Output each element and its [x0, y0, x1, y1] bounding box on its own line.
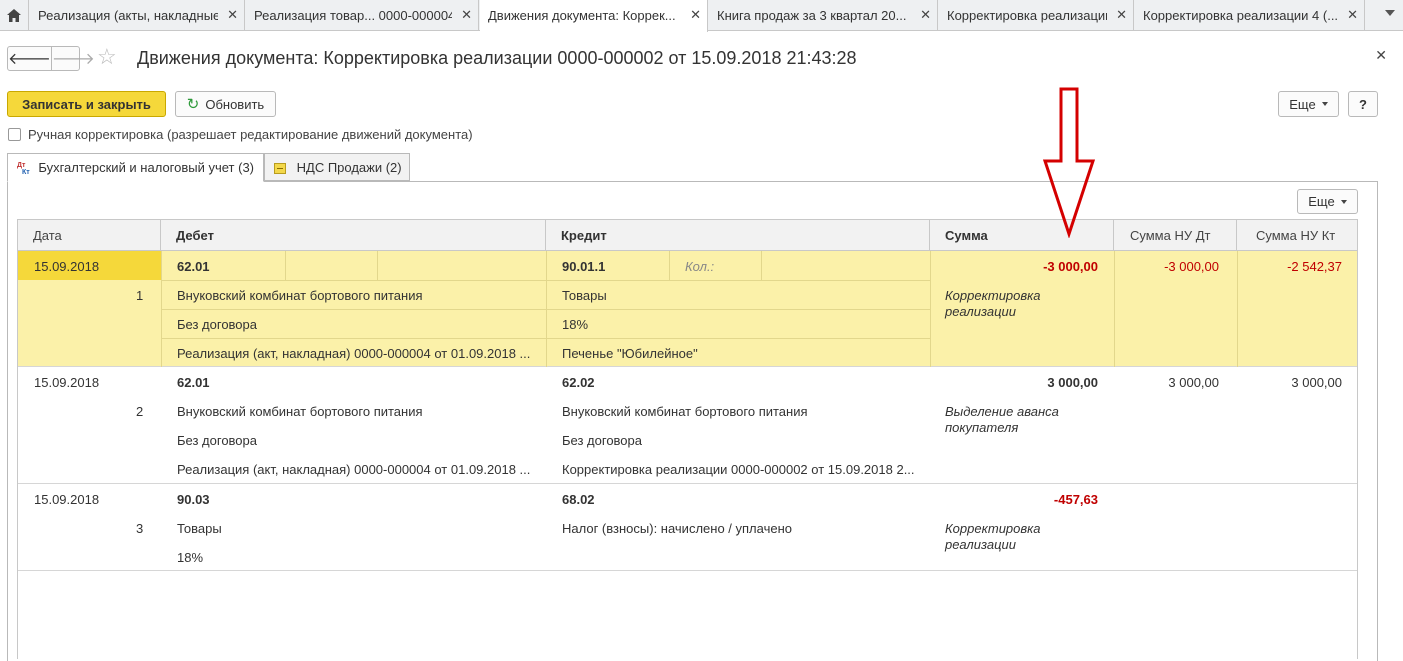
credit-subconto-1: Товары — [562, 288, 607, 303]
window-tab-correction[interactable]: Корректировка реализации ✕ — [939, 0, 1134, 31]
window-tab-label: Корректировка реализации 4 (... — [1143, 8, 1338, 23]
grid-more-button[interactable]: Еще — [1297, 189, 1358, 214]
debit-subconto-1: Внуковский комбинат бортового питания — [177, 404, 423, 419]
down-arrow-annotation-icon — [1042, 87, 1096, 238]
window-tab-label: Книга продаж за 3 квартал 20... — [717, 8, 907, 23]
more-button[interactable]: Еще — [1278, 91, 1339, 117]
debit-subconto-1: Внуковский комбинат бортового питания — [177, 288, 423, 303]
window-tab-realization-doc[interactable]: Реализация товар... 0000-000004 ✕ — [246, 0, 479, 31]
window-tab-label: Реализация товар... 0000-000004 — [254, 8, 452, 23]
close-tab-icon[interactable]: ✕ — [690, 7, 701, 23]
debit-subconto-2: 18% — [177, 550, 204, 565]
refresh-button[interactable]: ↻ Обновить — [175, 91, 276, 117]
posting-content: Выделение аванса покупателя — [945, 404, 1059, 435]
close-tab-icon[interactable]: ✕ — [1116, 7, 1127, 23]
chevron-down-icon — [1340, 199, 1347, 204]
chevron-down-icon — [1321, 102, 1328, 106]
sum-nu-dt-value: -3 000,00 — [1164, 259, 1219, 274]
favorite-star-icon[interactable]: ☆ — [97, 44, 117, 70]
debit-account: 90.03 — [177, 492, 210, 507]
credit-account: 62.02 — [562, 375, 595, 390]
tab-accounting-label: Бухгалтерский и налоговый учет (3) — [38, 160, 255, 175]
grid-more-label: Еще — [1308, 194, 1335, 209]
table-row[interactable]: 15.09.2018 1 62.01 Внуковский комбинат б… — [18, 251, 1357, 367]
home-button[interactable] — [0, 0, 29, 31]
credit-subconto-1: Внуковский комбинат бортового питания — [562, 404, 808, 419]
refresh-label: Обновить — [205, 96, 265, 112]
credit-subconto-3: Печенье "Юбилейное" — [562, 346, 698, 361]
posting-content: Корректировка реализации — [945, 288, 1041, 319]
tab-accounting[interactable]: Дт Кт Бухгалтерский и налоговый учет (3) — [7, 153, 264, 182]
back-arrow-icon[interactable]: 🡐 — [8, 47, 52, 70]
row-number: 2 — [136, 404, 144, 419]
home-icon — [7, 9, 21, 22]
credit-account: 68.02 — [562, 492, 595, 507]
sum-value: -3 000,00 — [1043, 259, 1098, 274]
manual-correction-label[interactable]: Ручная корректировка (разрешает редактир… — [28, 127, 473, 142]
credit-account: 90.01.1 — [562, 259, 606, 274]
debit-account: 62.01 — [177, 259, 210, 274]
column-header-sum-nu-dt[interactable]: Сумма НУ Дт — [1114, 220, 1237, 251]
tab-vat-sales-label: НДС Продажи (2) — [296, 160, 402, 175]
debit-account: 62.01 — [177, 375, 210, 390]
history-nav: 🡐 🡒 — [7, 46, 95, 71]
credit-subconto-2: 18% — [562, 317, 589, 332]
debit-subconto-2: Без договора — [177, 433, 257, 448]
tab-vat-sales[interactable]: НДС Продажи (2) — [264, 153, 410, 181]
posting-content: Корректировка реализации — [945, 521, 1041, 552]
sum-nu-kt-value: 3 000,00 — [1291, 375, 1342, 390]
debit-subconto-1: Товары — [177, 521, 222, 536]
dt-kt-icon: Дт Кт — [17, 161, 30, 176]
movements-grid: Дата Дебет Кредит Сумма Сумма НУ Дт Сумм… — [17, 219, 1358, 659]
column-header-sum-nu-kt[interactable]: Сумма НУ Кт — [1237, 220, 1357, 251]
row-date: 15.09.2018 — [34, 492, 100, 507]
close-tab-icon[interactable]: ✕ — [920, 7, 931, 23]
window-tab-realizations[interactable]: Реализация (акты, накладные) ✕ — [30, 0, 245, 31]
page-title: Движения документа: Корректировка реализ… — [137, 48, 857, 68]
row-number: 3 — [136, 521, 144, 536]
close-form-icon[interactable]: ✕ — [1375, 47, 1387, 64]
table-row[interactable]: 15.09.2018 3 90.03 Товары 18% 68.02 Нало… — [18, 484, 1357, 571]
sum-value: -457,63 — [1053, 492, 1098, 507]
refresh-icon: ↻ — [186, 96, 200, 113]
window-tab-movements[interactable]: Движения документа: Коррек... ✕ — [480, 0, 708, 32]
row-number: 1 — [136, 288, 144, 303]
column-header-debit[interactable]: Дебет — [161, 220, 546, 251]
manual-correction-checkbox[interactable] — [8, 128, 21, 141]
credit-quantity-label: Кол.: — [685, 259, 715, 274]
debit-subconto-3: Реализация (акт, накладная) 0000-000004 … — [177, 462, 531, 477]
more-label: Еще — [1289, 96, 1316, 112]
debit-subconto-2: Без договора — [177, 317, 257, 332]
forward-arrow-icon[interactable]: 🡒 — [52, 47, 95, 70]
close-tab-icon[interactable]: ✕ — [461, 7, 472, 23]
sum-value: 3 000,00 — [1047, 375, 1098, 390]
window-tab-label: Реализация (акты, накладные) — [38, 8, 218, 23]
column-header-credit[interactable]: Кредит — [546, 220, 930, 251]
window-tab-label: Корректировка реализации — [947, 8, 1107, 23]
row-date: 15.09.2018 — [34, 259, 100, 274]
debit-subconto-3: Реализация (акт, накладная) 0000-000004 … — [177, 346, 531, 361]
tabs-menu-icon[interactable] — [1385, 10, 1395, 16]
save-and-close-button[interactable]: Записать и закрыть — [7, 91, 166, 117]
window-tab-label: Движения документа: Коррек... — [488, 8, 676, 23]
window-tab-correction-4[interactable]: Корректировка реализации 4 (... ✕ — [1135, 0, 1365, 31]
window-tab-bar: Реализация (акты, накладные) ✕ Реализаци… — [0, 0, 1403, 32]
credit-subconto-2: Без договора — [562, 433, 642, 448]
close-tab-icon[interactable]: ✕ — [1347, 7, 1358, 23]
close-tab-icon[interactable]: ✕ — [227, 7, 238, 23]
credit-subconto-3: Корректировка реализации 0000-000002 от … — [562, 462, 915, 477]
window-tab-sales-book[interactable]: Книга продаж за 3 квартал 20... ✕ — [709, 0, 938, 31]
register-icon — [274, 163, 286, 175]
table-row[interactable]: 15.09.2018 2 62.01 Внуковский комбинат б… — [18, 367, 1357, 484]
credit-subconto-1: Налог (взносы): начислено / уплачено — [562, 521, 792, 536]
column-header-date[interactable]: Дата — [18, 220, 161, 251]
sum-nu-kt-value: -2 542,37 — [1287, 259, 1342, 274]
sum-nu-dt-value: 3 000,00 — [1168, 375, 1219, 390]
help-button[interactable]: ? — [1348, 91, 1378, 117]
grid-header: Дата Дебет Кредит Сумма Сумма НУ Дт Сумм… — [18, 220, 1357, 251]
row-date: 15.09.2018 — [34, 375, 100, 390]
